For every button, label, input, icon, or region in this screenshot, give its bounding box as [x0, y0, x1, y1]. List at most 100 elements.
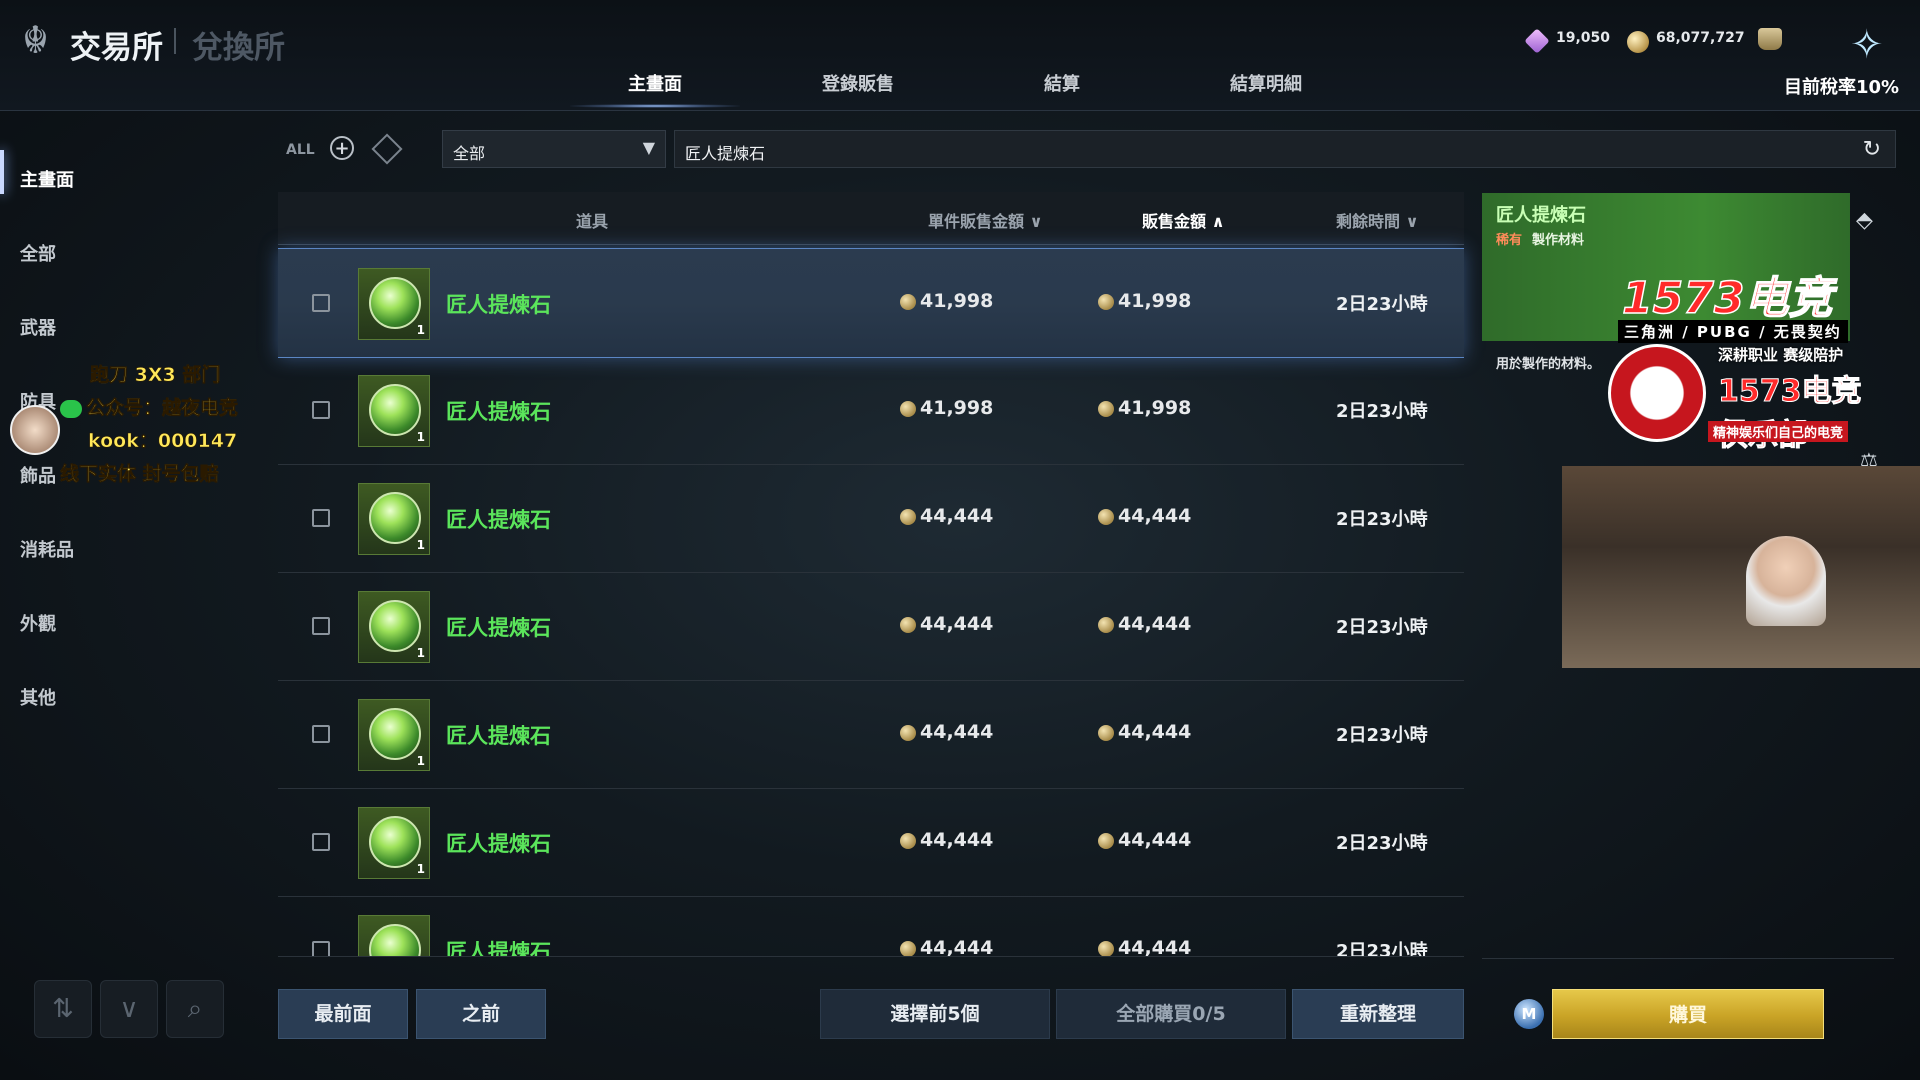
item-quantity: 1: [416, 646, 425, 660]
tab-settlement-details[interactable]: 結算明細: [1230, 70, 1302, 96]
item-icon: 1: [358, 915, 430, 956]
stream-overlay-text: 跑刀 3X3 部门 公众号：越夜电竞 kook：000147 线下实体 封号包赔: [60, 360, 239, 486]
pin-icon[interactable]: ⬘: [1856, 208, 1873, 233]
column-item: 道具: [576, 212, 609, 231]
chevron-down-icon: ▼: [642, 138, 655, 157]
column-remaining-time[interactable]: 剩餘時間 ∨: [1336, 208, 1419, 232]
row-checkbox[interactable]: [312, 833, 330, 851]
sidebar-item-weapons[interactable]: 武器: [20, 314, 56, 340]
gold-coin-icon: [900, 293, 916, 310]
unit-price: 44,444: [900, 613, 993, 635]
detail-description: 用於製作的材料。: [1496, 357, 1601, 372]
first-page-button[interactable]: 最前面: [278, 989, 408, 1039]
table-row[interactable]: 1 匠人提煉石 41,998 41,998 2日23小時: [278, 248, 1464, 358]
refining-stone-icon: [369, 924, 421, 956]
total-price: 41,998: [1098, 290, 1191, 312]
item-name: 匠人提煉石: [446, 940, 551, 957]
row-checkbox[interactable]: [312, 617, 330, 635]
overlay-line: 线下实体 封号包赔: [60, 463, 219, 486]
remaining-time: 2日23小時: [1336, 725, 1428, 746]
sort-icon[interactable]: ⇅: [34, 980, 92, 1038]
top-bar: [0, 0, 1920, 111]
wing-icon[interactable]: ✧: [1850, 22, 1896, 68]
remaining-time: 2日23小時: [1336, 294, 1428, 315]
item-quantity: 1: [416, 754, 425, 768]
gold-balance: 68,077,727: [1656, 30, 1745, 46]
unit-price: 44,444: [900, 721, 993, 743]
gold-coin-icon: [900, 508, 916, 525]
tax-rate-label: 目前稅率10%: [1784, 77, 1900, 98]
total-price: 44,444: [1098, 613, 1191, 635]
add-filter-icon[interactable]: +: [330, 136, 354, 160]
previous-page-button[interactable]: 之前: [416, 989, 546, 1039]
search-input[interactable]: 匠人提煉石 ↻: [674, 130, 1896, 168]
menu-active-indicator: [0, 150, 4, 194]
buy-all-button[interactable]: 全部購買0/5: [1056, 989, 1286, 1039]
item-quantity: 1: [416, 430, 425, 444]
table-row[interactable]: 1 匠人提煉石 44,444 44,444 2日23小時: [278, 896, 1464, 957]
sidebar-item-accessories[interactable]: 飾品: [20, 462, 56, 488]
table-row[interactable]: 1 匠人提煉石 41,998 41,998 2日23小時: [278, 356, 1464, 465]
row-checkbox[interactable]: [312, 725, 330, 743]
total-price: 44,444: [1098, 721, 1191, 743]
table-header: 道具 單件販售金額 ∨ 販售金額 ∧ 剩餘時間 ∨: [278, 192, 1464, 245]
tab-settlement[interactable]: 結算: [1044, 70, 1080, 96]
webcam-streamer: [1746, 536, 1826, 626]
gold-coin-icon: [1098, 293, 1114, 310]
overlay-line: 跑刀 3X3 部门: [90, 364, 221, 387]
select-top5-button[interactable]: 選擇前5個: [820, 989, 1050, 1039]
unit-price: 44,444: [900, 937, 993, 956]
streamer-avatar: [10, 405, 60, 455]
buy-button[interactable]: 購買: [1552, 989, 1824, 1039]
gold-coin-icon: [1098, 724, 1114, 741]
unit-price: 44,444: [900, 829, 993, 851]
sidebar-item-consumables[interactable]: 消耗品: [20, 536, 74, 562]
exchange-tab-title[interactable]: 兌換所: [192, 22, 285, 67]
refining-stone-icon: [369, 492, 421, 544]
tab-register-sale[interactable]: 登錄販售: [822, 70, 894, 96]
row-checkbox[interactable]: [312, 401, 330, 419]
pouch-icon[interactable]: [1758, 28, 1782, 50]
sidebar-item-other[interactable]: 其他: [20, 684, 56, 710]
page-title[interactable]: 交易所: [70, 22, 163, 67]
reorganize-button[interactable]: 重新整理: [1292, 989, 1464, 1039]
item-quantity: 1: [416, 323, 425, 337]
sidebar-item-all[interactable]: 全部: [20, 240, 56, 266]
filter-icon[interactable]: ∨: [100, 980, 158, 1038]
item-icon: 1: [358, 807, 430, 879]
gold-coin-icon: [900, 616, 916, 633]
row-checkbox[interactable]: [312, 509, 330, 527]
filter-all-label[interactable]: ALL: [286, 142, 315, 158]
tab-home[interactable]: 主畫面: [628, 70, 682, 96]
total-price: 44,444: [1098, 505, 1191, 527]
overlay-line: 公众号：越夜电竞: [60, 393, 238, 420]
sidebar-item-home[interactable]: 主畫面: [20, 166, 74, 192]
item-icon: 1: [358, 483, 430, 555]
refresh-icon[interactable]: ↻: [1863, 137, 1881, 162]
grade-filter-icon[interactable]: [371, 133, 403, 165]
category-select[interactable]: 全部 ▼: [442, 130, 666, 168]
item-name: 匠人提煉石: [446, 508, 551, 532]
row-checkbox[interactable]: [312, 941, 330, 956]
table-row[interactable]: 1 匠人提煉石 44,444 44,444 2日23小時: [278, 788, 1464, 897]
remaining-time: 2日23小時: [1336, 833, 1428, 854]
search-icon[interactable]: ⌕: [166, 980, 224, 1038]
table-row[interactable]: 1 匠人提煉石 44,444 44,444 2日23小時: [278, 464, 1464, 573]
remaining-time: 2日23小時: [1336, 617, 1428, 638]
wechat-icon: [60, 399, 82, 418]
row-checkbox[interactable]: [312, 294, 330, 312]
crystal-balance: 19,050: [1556, 30, 1611, 46]
item-quantity: 1: [416, 862, 425, 876]
column-total-price[interactable]: 販售金額 ∧: [1142, 208, 1225, 232]
detail-divider: [1482, 958, 1894, 959]
gold-coin-icon: [1098, 832, 1114, 849]
unit-price: 44,444: [900, 505, 993, 527]
table-row[interactable]: 1 匠人提煉石 44,444 44,444 2日23小時: [278, 572, 1464, 681]
gold-coin-icon: [1098, 508, 1114, 525]
sidebar-item-appearance[interactable]: 外觀: [20, 610, 56, 636]
search-input-value: 匠人提煉石: [685, 144, 766, 163]
item-icon: 1: [358, 375, 430, 447]
item-name: 匠人提煉石: [446, 724, 551, 748]
column-unit-price[interactable]: 單件販售金額 ∨: [928, 208, 1043, 232]
table-row[interactable]: 1 匠人提煉石 44,444 44,444 2日23小時: [278, 680, 1464, 789]
